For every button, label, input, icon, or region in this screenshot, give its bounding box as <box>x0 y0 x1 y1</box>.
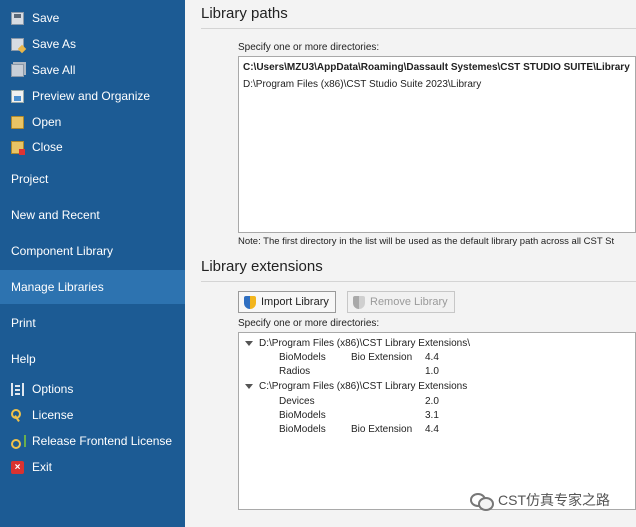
save-as-button[interactable]: Save As <box>0 33 185 55</box>
save-icon <box>11 11 24 25</box>
library-paths-list[interactable]: C:\Users\MZU3\AppData\Roaming\Dassault S… <box>238 56 636 233</box>
save-as-icon <box>11 37 24 51</box>
sidebar-section-manage-libraries[interactable]: Manage Libraries <box>0 270 185 304</box>
divider <box>201 281 636 282</box>
section-label: Help <box>11 352 36 366</box>
close-label: Close <box>32 140 63 154</box>
save-all-label: Save All <box>32 63 76 77</box>
item-name: BioModels <box>279 352 326 363</box>
exit-button[interactable]: × Exit <box>0 456 185 478</box>
save-all-icon <box>11 63 24 77</box>
library-paths-note: Note: The first directory in the list wi… <box>238 236 615 247</box>
section-label: Print <box>11 316 36 330</box>
preview-icon <box>11 89 24 103</box>
import-library-label: Import Library <box>261 296 329 308</box>
sidebar-section-print[interactable]: Print <box>0 306 185 340</box>
library-extensions-heading: Library extensions <box>201 258 323 275</box>
sidebar-section-project[interactable]: Project <box>0 162 185 196</box>
manage-libraries-panel: Library paths Specify one or more direct… <box>185 0 636 527</box>
item-name: Devices <box>279 396 315 407</box>
item-version: 3.1 <box>425 410 439 421</box>
item-name: BioModels <box>279 410 326 421</box>
release-frontend-license-button[interactable]: Release Frontend License <box>0 430 185 452</box>
tree-group-row[interactable]: C:\Program Files (x86)\CST Library Exten… <box>239 381 635 395</box>
divider <box>201 28 636 29</box>
options-label: Options <box>32 382 74 396</box>
options-button[interactable]: Options <box>0 378 185 400</box>
collapse-triangle-icon[interactable] <box>245 341 253 346</box>
preview-and-organize-button[interactable]: Preview and Organize <box>0 85 185 107</box>
save-button[interactable]: Save <box>0 7 185 29</box>
save-all-button[interactable]: Save All <box>0 59 185 81</box>
license-label: License <box>32 408 74 422</box>
watermark: CST仿真专家之路 <box>470 490 610 511</box>
library-extensions-instruction: Specify one or more directories: <box>238 318 380 329</box>
import-library-button[interactable]: Import Library <box>238 291 336 313</box>
open-folder-icon <box>11 115 24 129</box>
library-extensions-tree[interactable]: D:\Program Files (x86)\CST Library Exten… <box>238 332 636 510</box>
item-version: 4.4 <box>425 424 439 435</box>
item-name: Radios <box>279 366 311 377</box>
tree-item-row[interactable]: Devices 2.0 <box>239 396 635 410</box>
backstage-sidebar: Save Save As Save All Preview and Organi… <box>0 0 185 527</box>
key-icon <box>11 408 24 422</box>
library-path-item[interactable]: C:\Users\MZU3\AppData\Roaming\Dassault S… <box>243 62 630 73</box>
remove-library-button[interactable]: Remove Library <box>347 291 455 313</box>
open-label: Open <box>32 115 62 129</box>
wechat-icon <box>470 491 494 511</box>
item-version: 4.4 <box>425 352 439 363</box>
tree-item-row[interactable]: Radios 1.0 <box>239 366 635 380</box>
item-extension: Bio Extension <box>351 424 413 435</box>
library-path-item[interactable]: D:\Program Files (x86)\CST Studio Suite … <box>243 79 481 90</box>
item-extension: Bio Extension <box>351 352 413 363</box>
open-button[interactable]: Open <box>0 111 185 133</box>
license-button[interactable]: License <box>0 404 185 426</box>
tree-group-row[interactable]: D:\Program Files (x86)\CST Library Exten… <box>239 338 635 352</box>
close-folder-icon <box>11 140 25 155</box>
release-license-icon <box>11 434 26 449</box>
remove-library-label: Remove Library <box>370 296 448 308</box>
item-version: 2.0 <box>425 396 439 407</box>
library-paths-instruction: Specify one or more directories: <box>238 42 380 53</box>
section-label: Manage Libraries <box>11 280 104 294</box>
exit-icon: × <box>11 460 24 474</box>
item-version: 1.0 <box>425 366 439 377</box>
release-license-label: Release Frontend License <box>32 434 173 448</box>
save-as-label: Save As <box>32 37 77 51</box>
group-path: D:\Program Files (x86)\CST Library Exten… <box>259 338 470 349</box>
tree-item-row[interactable]: BioModels Bio Extension 4.4 <box>239 424 635 438</box>
watermark-text: CST仿真专家之路 <box>498 492 610 508</box>
shield-icon <box>353 295 365 309</box>
sidebar-section-help[interactable]: Help <box>0 342 185 376</box>
close-button[interactable]: Close <box>0 136 185 158</box>
save-label: Save <box>32 11 60 25</box>
shield-icon <box>244 295 256 309</box>
options-icon <box>11 382 24 396</box>
item-name: BioModels <box>279 424 326 435</box>
exit-label: Exit <box>32 460 53 474</box>
library-paths-heading: Library paths <box>201 5 288 22</box>
preview-label: Preview and Organize <box>32 89 151 103</box>
section-label: Component Library <box>11 244 114 258</box>
sidebar-section-new-and-recent[interactable]: New and Recent <box>0 198 185 232</box>
group-path: C:\Program Files (x86)\CST Library Exten… <box>259 381 468 392</box>
tree-item-row[interactable]: BioModels 3.1 <box>239 410 635 424</box>
section-label: New and Recent <box>11 208 100 222</box>
tree-item-row[interactable]: BioModels Bio Extension 4.4 <box>239 352 635 366</box>
sidebar-section-component-library[interactable]: Component Library <box>0 234 185 268</box>
section-label: Project <box>11 172 49 186</box>
collapse-triangle-icon[interactable] <box>245 384 253 389</box>
